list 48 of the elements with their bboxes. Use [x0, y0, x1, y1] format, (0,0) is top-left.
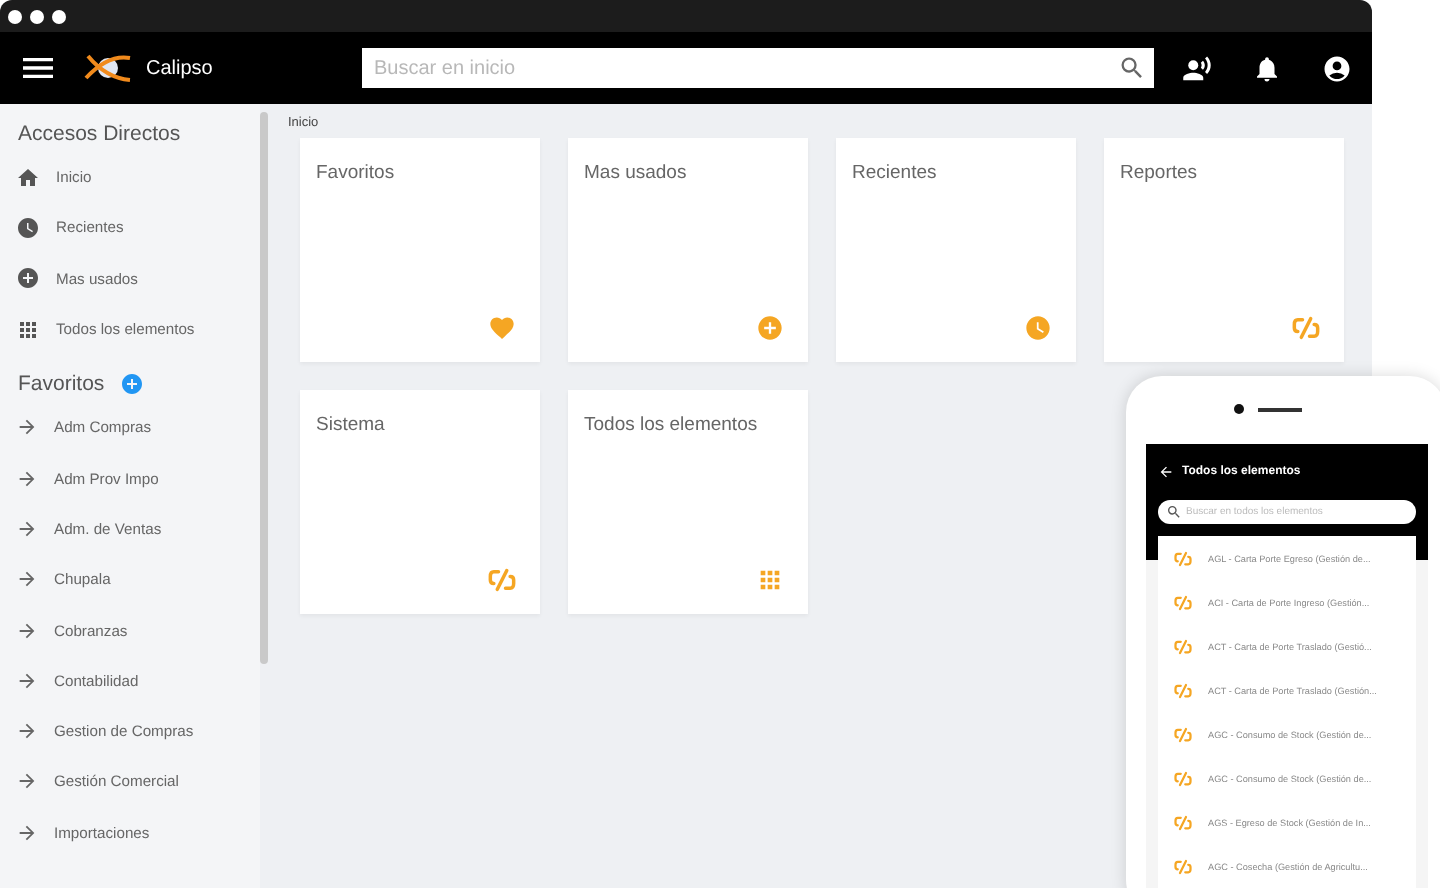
- link-icon: [1174, 769, 1192, 787]
- arrow-icon: [16, 619, 38, 642]
- clock-icon: [1024, 314, 1052, 342]
- arrow-icon: [16, 467, 38, 490]
- arrow-icon: [16, 568, 38, 591]
- tile-card[interactable]: Favoritos: [300, 138, 540, 362]
- arrow-icon: [16, 770, 38, 793]
- tile-card[interactable]: Reportes: [1104, 138, 1344, 362]
- arrow-icon: [16, 669, 38, 692]
- logo-icon: [82, 50, 134, 86]
- link-icon: [1174, 681, 1192, 699]
- bell-icon[interactable]: [1252, 53, 1282, 83]
- account-icon[interactable]: [1322, 53, 1352, 83]
- voice-icon[interactable]: [1182, 53, 1212, 83]
- app-name: Calipso: [146, 57, 213, 79]
- arrow-icon: [16, 517, 38, 540]
- arrow-icon: [16, 416, 38, 439]
- camera-icon: [1234, 404, 1244, 414]
- add-icon[interactable]: [120, 372, 145, 397]
- search-field[interactable]: Buscar en inicio: [362, 48, 1154, 88]
- heart-icon: [488, 314, 516, 342]
- link-icon: [488, 566, 516, 594]
- window-dot[interactable]: [52, 9, 66, 23]
- section-title: Accesos Directos: [18, 122, 181, 146]
- clock-icon: [16, 215, 40, 240]
- link-icon: [1174, 813, 1192, 831]
- link-icon: [1174, 593, 1192, 611]
- link-icon: [1174, 857, 1192, 875]
- link-icon: [1174, 725, 1192, 743]
- search-icon[interactable]: [1118, 54, 1146, 82]
- arrow-icon: [16, 720, 38, 743]
- search-icon[interactable]: [1166, 504, 1182, 520]
- link-icon: [1174, 637, 1192, 655]
- link-icon: [1292, 314, 1320, 342]
- window-dot[interactable]: [8, 9, 22, 23]
- home-icon: [16, 165, 40, 190]
- link-icon: [1174, 549, 1192, 567]
- tile-card[interactable]: Recientes: [836, 138, 1076, 362]
- section-title: Favoritos: [18, 372, 105, 397]
- tile-card[interactable]: Mas usados: [568, 138, 808, 362]
- scrollbar[interactable]: [260, 112, 268, 664]
- window-dot[interactable]: [30, 9, 44, 23]
- back-icon[interactable]: [1158, 464, 1174, 480]
- grid-icon: [16, 317, 40, 342]
- grid-icon: [756, 566, 784, 594]
- arrow-icon: [16, 821, 38, 844]
- tile-card[interactable]: Todos los elementos: [568, 390, 808, 614]
- tile-card[interactable]: Sistema: [300, 390, 540, 614]
